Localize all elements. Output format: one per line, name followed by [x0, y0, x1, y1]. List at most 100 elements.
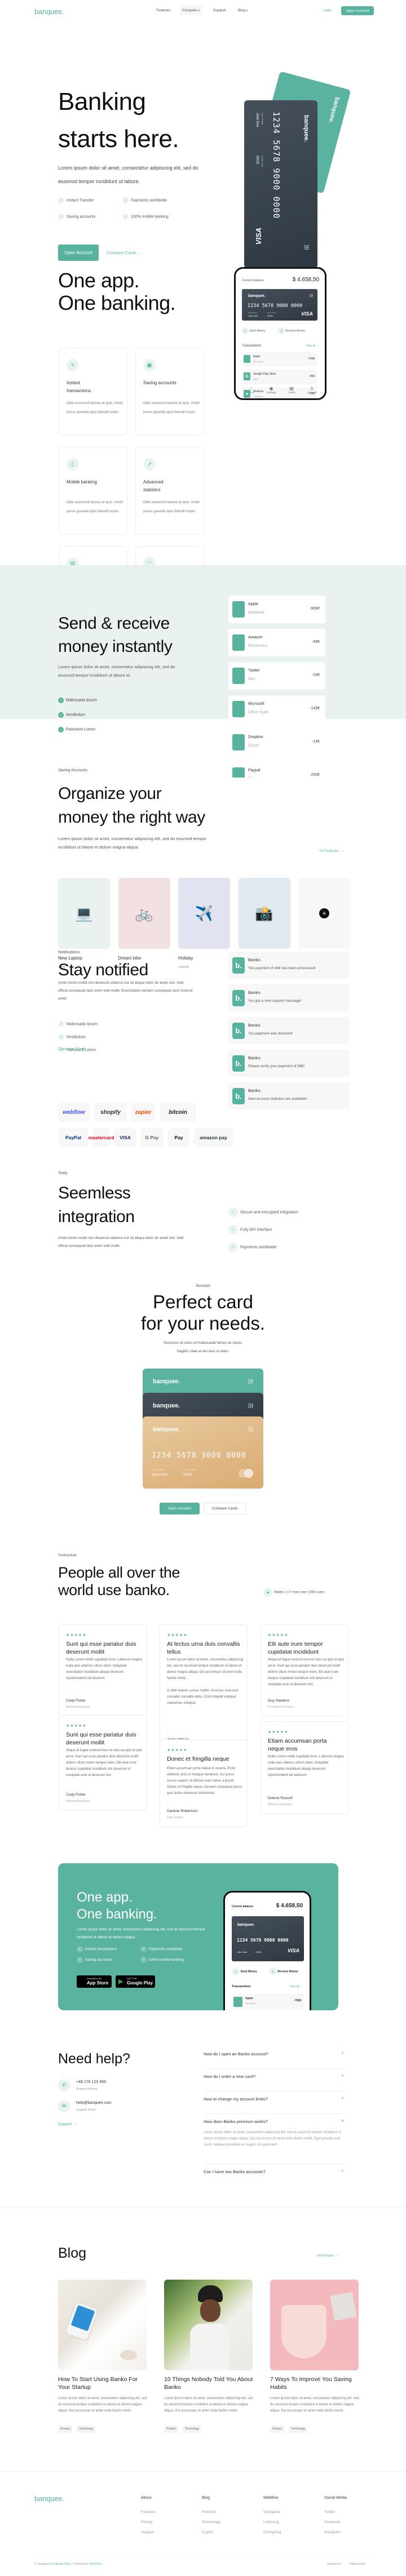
app-store-button[interactable]: Download on the App Store	[77, 1975, 112, 1988]
transaction-amount: -49€	[311, 640, 320, 644]
send-money-button[interactable]: ♙ Send Money	[232, 1967, 257, 1975]
plus-icon[interactable]: +	[341, 2050, 344, 2056]
brand-logo[interactable]: banquee.	[34, 7, 64, 16]
send-money-button[interactable]: ♙ Send Money	[242, 327, 265, 334]
transaction-name: Twitter	[248, 669, 260, 673]
tab-cards[interactable]: ▤ Cards	[283, 386, 300, 394]
card-expiry: 09/28	[255, 1951, 262, 1953]
check-icon: ✓	[77, 1946, 83, 1952]
powered-link[interactable]: High4Tech	[89, 2562, 103, 2566]
view-all-link[interactable]: View all →	[306, 344, 319, 348]
goal-label: Holiday	[178, 956, 193, 961]
close-icon[interactable]: ×	[341, 2118, 344, 2124]
blog-post-title[interactable]: 7 Ways To Improve You Saving Habits	[270, 2375, 360, 2391]
faq-item[interactable]: How do I open an Banko account? +	[204, 2046, 344, 2069]
footer-link[interactable]: Pricing	[141, 2520, 152, 2524]
notifications-compare-link[interactable]: Compare Cards →	[58, 1047, 91, 1051]
blog-post-image[interactable]	[270, 2280, 359, 2370]
notification-item: b. Banko. You got a new support message!	[228, 984, 350, 1011]
faq-item[interactable]: How do I order a new card? +	[204, 2069, 344, 2091]
plus-icon[interactable]: +	[341, 2095, 344, 2101]
blog-tag[interactable]: Technology	[77, 2426, 96, 2433]
check-icon: ✓	[58, 1034, 64, 1040]
blog-tag[interactable]: Technology	[289, 2426, 308, 2433]
support-phone[interactable]: +49 176 123 456	[76, 2080, 106, 2084]
blog-tag[interactable]: Product	[164, 2426, 179, 2433]
notification-item: b. Banko. Please verify your payment of 99…	[228, 1050, 350, 1077]
footer-logo[interactable]: banquee.	[34, 2494, 64, 2503]
blog-post-image[interactable]	[58, 2280, 147, 2370]
add-goal-button[interactable]: +	[298, 878, 350, 949]
footer-link[interactable]: Features	[141, 2510, 156, 2514]
goal-card[interactable]: 🚲	[118, 878, 170, 949]
footer-link[interactable]: Changelog	[263, 2530, 281, 2534]
goal-card[interactable]: 📸	[238, 878, 290, 949]
plus-icon[interactable]: +	[341, 2073, 344, 2078]
nav-support[interactable]: Support	[213, 8, 226, 12]
plus-icon[interactable]: +	[341, 2168, 344, 2174]
goal-card[interactable]: 💻	[58, 878, 110, 949]
nav-compare[interactable]: Compare ▾	[179, 6, 203, 15]
support-link[interactable]: Support →	[58, 2122, 77, 2126]
receive-money-button[interactable]: ♙ Receive Money	[269, 1967, 298, 1975]
card-holder-label: Card Holder	[152, 1468, 164, 1471]
nav-features[interactable]: Features	[156, 8, 171, 12]
footer-link[interactable]: Licensing	[263, 2520, 279, 2524]
card-brand: banquee.	[248, 294, 266, 298]
footer-link[interactable]: Styleguide	[263, 2510, 280, 2514]
footer-datenschutz[interactable]: Datenschutz	[350, 2562, 365, 2566]
google-play-button[interactable]: ▶ GET IT ON Google Play	[116, 1975, 155, 1988]
footer-link[interactable]: Instagram	[324, 2530, 341, 2534]
goal-card[interactable]: ✈️	[178, 878, 230, 949]
check-label: Malesuada Ipsum	[66, 1022, 98, 1027]
check-item: ✓ Fully API interface	[228, 1225, 272, 1234]
perfect-card-compare-button[interactable]: Compare Cards	[204, 1503, 246, 1514]
footer-link[interactable]: Crypto	[202, 2530, 213, 2534]
hero-compare-cards-link[interactable]: Compare Cards →	[107, 250, 142, 255]
airplane-icon: ✈️	[195, 904, 214, 922]
footer-link[interactable]: Technology	[202, 2520, 220, 2524]
hero-title-line1: Banking	[58, 88, 146, 116]
check-icon: ✓	[58, 1021, 64, 1027]
faq-item[interactable]: Can I have two Banko accounts? +	[204, 2164, 344, 2187]
hero-open-account-button[interactable]: Open Account	[58, 245, 99, 261]
tab-savings[interactable]: ◉ Savings	[263, 386, 280, 394]
blog-post-title[interactable]: How To Start Using Banko For Your Startu…	[58, 2375, 148, 2391]
perfect-card-open-account-button[interactable]: Open Account	[160, 1503, 200, 1514]
blog-post-title[interactable]: 10 Things Nobody Told You About Banko	[164, 2375, 254, 2391]
blog-tag[interactable]: Technology	[183, 2426, 202, 2433]
contactless-icon: )))	[248, 1402, 253, 1408]
faq-item[interactable]: How to change my account limits? +	[204, 2091, 344, 2114]
blog-tag[interactable]: Product	[270, 2426, 285, 2433]
receive-money-button[interactable]: ♙ Receive Money	[278, 327, 305, 334]
tab-account[interactable]: ♙ Account	[303, 386, 320, 394]
open-account-button[interactable]: Open Account	[341, 6, 374, 15]
check-label: Instant transactions	[85, 1947, 117, 1952]
designer-link[interactable]: Farman Haris	[54, 2562, 70, 2566]
login-link[interactable]: Login	[323, 8, 332, 12]
check-icon: ✓	[122, 214, 129, 220]
phone-icon: ✆	[58, 2079, 70, 2091]
blog-post-image[interactable]	[164, 2280, 253, 2370]
notifications-eyebrow: Notifications	[58, 951, 80, 954]
blog-tag[interactable]: Product	[58, 2426, 73, 2433]
all-articles-link[interactable]: All Articles →	[317, 2254, 338, 2258]
tab-home[interactable]: ⌂ Home	[242, 386, 259, 394]
view-all-link[interactable]: View all →	[289, 1985, 303, 1988]
check-icon: ✓	[228, 1242, 238, 1252]
testimonial-role: Dog Trainer	[167, 1816, 183, 1819]
footer-impressum[interactable]: Impressum	[327, 2562, 341, 2566]
rating-stars: ★★★★★	[167, 1633, 188, 1637]
footer-link[interactable]: Twitter	[324, 2510, 335, 2514]
footer-link[interactable]: Products	[202, 2510, 217, 2514]
all-features-link[interactable]: All Features →	[319, 849, 343, 853]
perfect-card-subtitle-line1: Senectus et netus et malesuada fames ac …	[163, 1341, 243, 1345]
nav-blog[interactable]: Blog ▾	[238, 8, 248, 12]
footer-link[interactable]: Facebook	[324, 2520, 341, 2524]
support-email[interactable]: help@banquee.com	[76, 2101, 112, 2105]
google-play-small: GET IT ON	[127, 1978, 137, 1980]
faq-item[interactable]: How does Banko premium works? × Lorem ipsu…	[204, 2114, 344, 2164]
google-play-icon: G	[244, 372, 250, 380]
notification-sender: Banko.	[248, 1023, 262, 1028]
footer-link[interactable]: Support	[141, 2530, 154, 2534]
